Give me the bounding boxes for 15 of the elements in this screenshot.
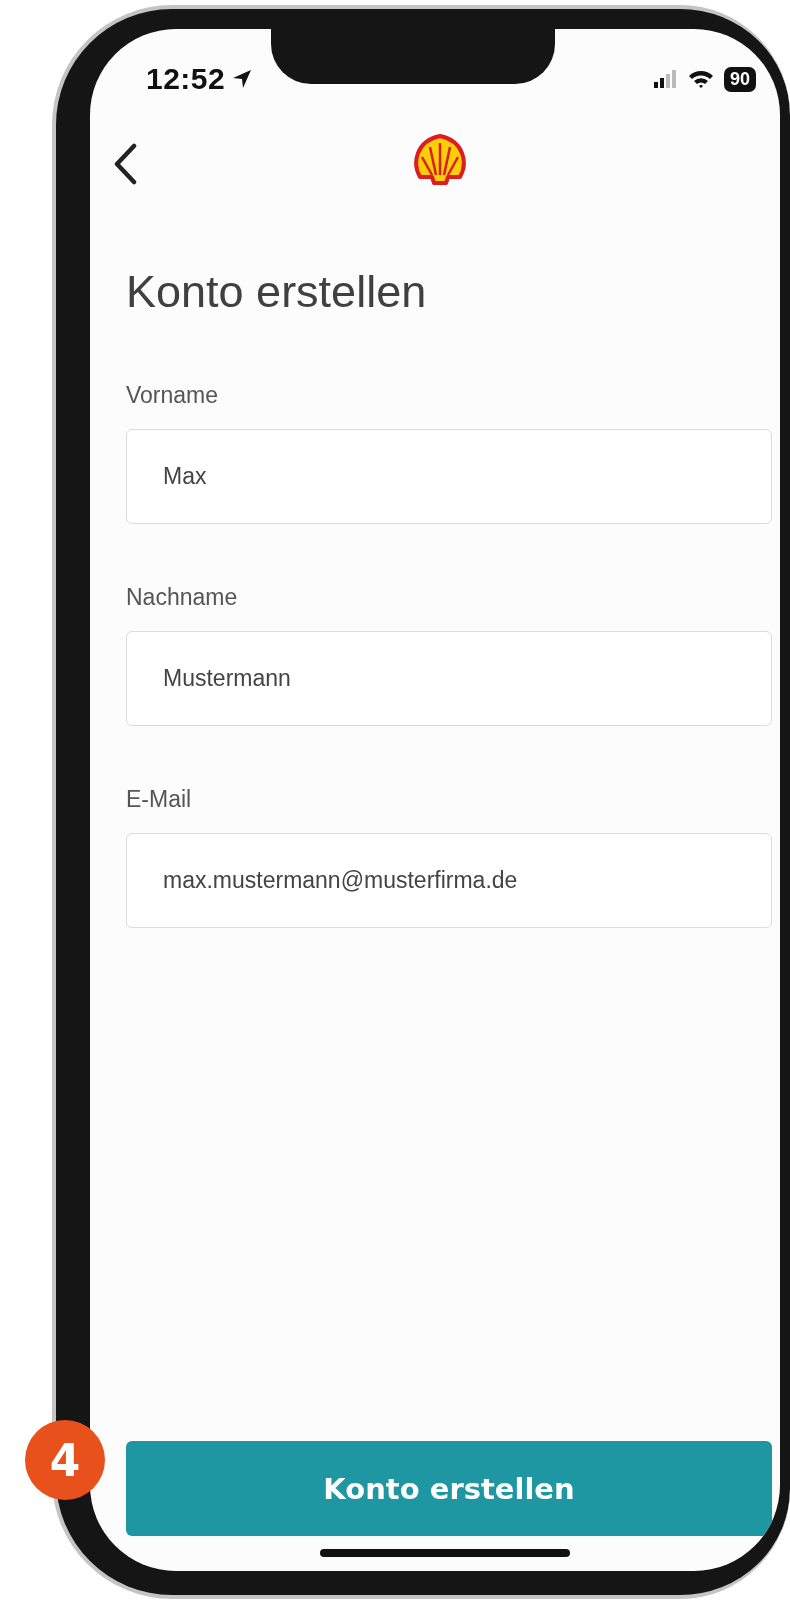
location-arrow-icon <box>231 68 254 90</box>
step-number-badge: 4 <box>25 1420 105 1500</box>
field-label: Vorname <box>126 382 220 408</box>
field-label: E-Mail <box>126 786 193 812</box>
input-field[interactable]: max.mustermann@musterfirma.de <box>126 833 772 928</box>
back-chevron-icon[interactable] <box>112 143 138 185</box>
page-title: Konto erstellen <box>126 266 428 318</box>
field-label: Nachname <box>126 584 239 610</box>
input-field[interactable]: Max <box>126 429 772 524</box>
battery-level: 90 <box>723 66 756 92</box>
shell-logo-icon <box>412 133 468 185</box>
input-field[interactable]: Mustermann <box>126 631 772 726</box>
status-time: 12:52 <box>146 62 226 96</box>
wifi-icon <box>687 69 714 89</box>
signal-icon <box>653 70 678 88</box>
